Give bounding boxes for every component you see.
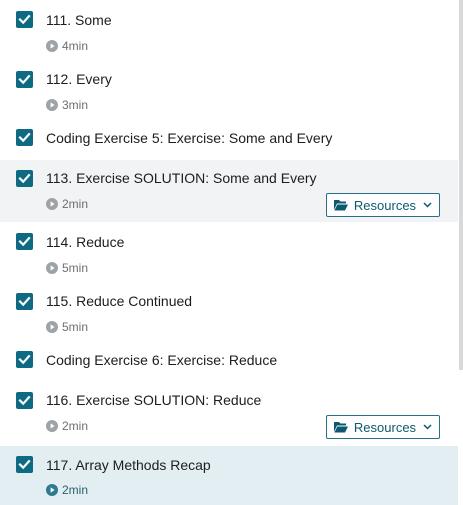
check-icon bbox=[18, 354, 31, 365]
lecture-item[interactable]: 115. Reduce Continued 5min bbox=[0, 282, 458, 342]
duration-text: 5min bbox=[62, 261, 89, 275]
play-circle-icon bbox=[46, 262, 58, 274]
lecture-item[interactable]: 116. Exercise SOLUTION: Reduce 2min Reso… bbox=[0, 382, 458, 446]
lecture-duration: 5min bbox=[46, 261, 88, 275]
resources-button[interactable]: Resources bbox=[326, 193, 440, 217]
course-content-list: 111. Some 4min 112. Every 3min Coding Ex… bbox=[0, 0, 463, 505]
check-icon bbox=[18, 395, 31, 406]
lecture-duration: 4min bbox=[46, 39, 88, 53]
play-circle-icon bbox=[46, 99, 58, 111]
lecture-item-current[interactable]: 117. Array Methods Recap 2min bbox=[0, 446, 458, 505]
lecture-duration: 2min bbox=[46, 483, 88, 497]
completed-checkbox[interactable] bbox=[16, 233, 33, 250]
duration-text: 2min bbox=[62, 197, 89, 211]
lecture-duration: 5min bbox=[46, 320, 88, 334]
resources-button[interactable]: Resources bbox=[326, 415, 440, 439]
completed-checkbox[interactable] bbox=[16, 351, 33, 368]
lecture-title: 111. Some bbox=[46, 12, 112, 28]
check-icon bbox=[18, 236, 31, 247]
completed-checkbox[interactable] bbox=[16, 129, 33, 146]
chevron-down-icon bbox=[423, 202, 432, 208]
lecture-title: Coding Exercise 5: Exercise: Some and Ev… bbox=[46, 130, 333, 146]
lecture-duration: 2min bbox=[46, 197, 88, 211]
duration-text: 3min bbox=[62, 98, 89, 112]
duration-text: 4min bbox=[62, 39, 89, 53]
play-circle-icon bbox=[46, 484, 58, 496]
completed-checkbox[interactable] bbox=[16, 11, 33, 28]
lecture-duration: 3min bbox=[46, 98, 88, 112]
completed-checkbox[interactable] bbox=[16, 71, 33, 88]
folder-open-icon bbox=[333, 200, 348, 211]
completed-checkbox[interactable] bbox=[16, 170, 33, 187]
duration-text: 2min bbox=[62, 419, 89, 433]
lecture-title: Coding Exercise 6: Exercise: Reduce bbox=[46, 352, 278, 368]
check-icon bbox=[18, 173, 31, 184]
lecture-item[interactable]: 112. Every 3min bbox=[0, 60, 458, 120]
lecture-title: 117. Array Methods Recap bbox=[46, 457, 211, 473]
lecture-item[interactable]: 114. Reduce 5min bbox=[0, 222, 458, 282]
lecture-title: 116. Exercise SOLUTION: Reduce bbox=[46, 392, 262, 408]
check-icon bbox=[18, 132, 31, 143]
folder-open-icon bbox=[333, 422, 348, 433]
completed-checkbox[interactable] bbox=[16, 293, 33, 310]
play-circle-icon bbox=[46, 198, 58, 210]
lecture-item[interactable]: 111. Some 4min bbox=[0, 0, 458, 60]
play-circle-icon bbox=[46, 321, 58, 333]
check-icon bbox=[18, 459, 31, 470]
resources-label: Resources bbox=[353, 419, 417, 435]
completed-checkbox[interactable] bbox=[16, 392, 33, 409]
lecture-title: 114. Reduce bbox=[46, 234, 125, 250]
coding-exercise-item[interactable]: Coding Exercise 6: Exercise: Reduce bbox=[0, 342, 458, 382]
play-circle-icon bbox=[46, 40, 58, 52]
check-icon bbox=[18, 74, 31, 85]
check-icon bbox=[18, 296, 31, 307]
lecture-title: 113. Exercise SOLUTION: Some and Every bbox=[46, 170, 317, 186]
coding-exercise-item[interactable]: Coding Exercise 5: Exercise: Some and Ev… bbox=[0, 120, 458, 160]
check-icon bbox=[18, 14, 31, 25]
duration-text: 5min bbox=[62, 320, 89, 334]
lecture-title: 115. Reduce Continued bbox=[46, 293, 193, 309]
lecture-item[interactable]: 113. Exercise SOLUTION: Some and Every 2… bbox=[0, 160, 458, 222]
lecture-title: 112. Every bbox=[46, 71, 112, 87]
play-circle-icon bbox=[46, 420, 58, 432]
duration-text: 2min bbox=[62, 483, 89, 497]
resources-label: Resources bbox=[353, 197, 417, 213]
scrollbar[interactable] bbox=[459, 0, 463, 370]
chevron-down-icon bbox=[423, 424, 432, 430]
completed-checkbox[interactable] bbox=[16, 456, 33, 473]
lecture-duration: 2min bbox=[46, 419, 88, 433]
